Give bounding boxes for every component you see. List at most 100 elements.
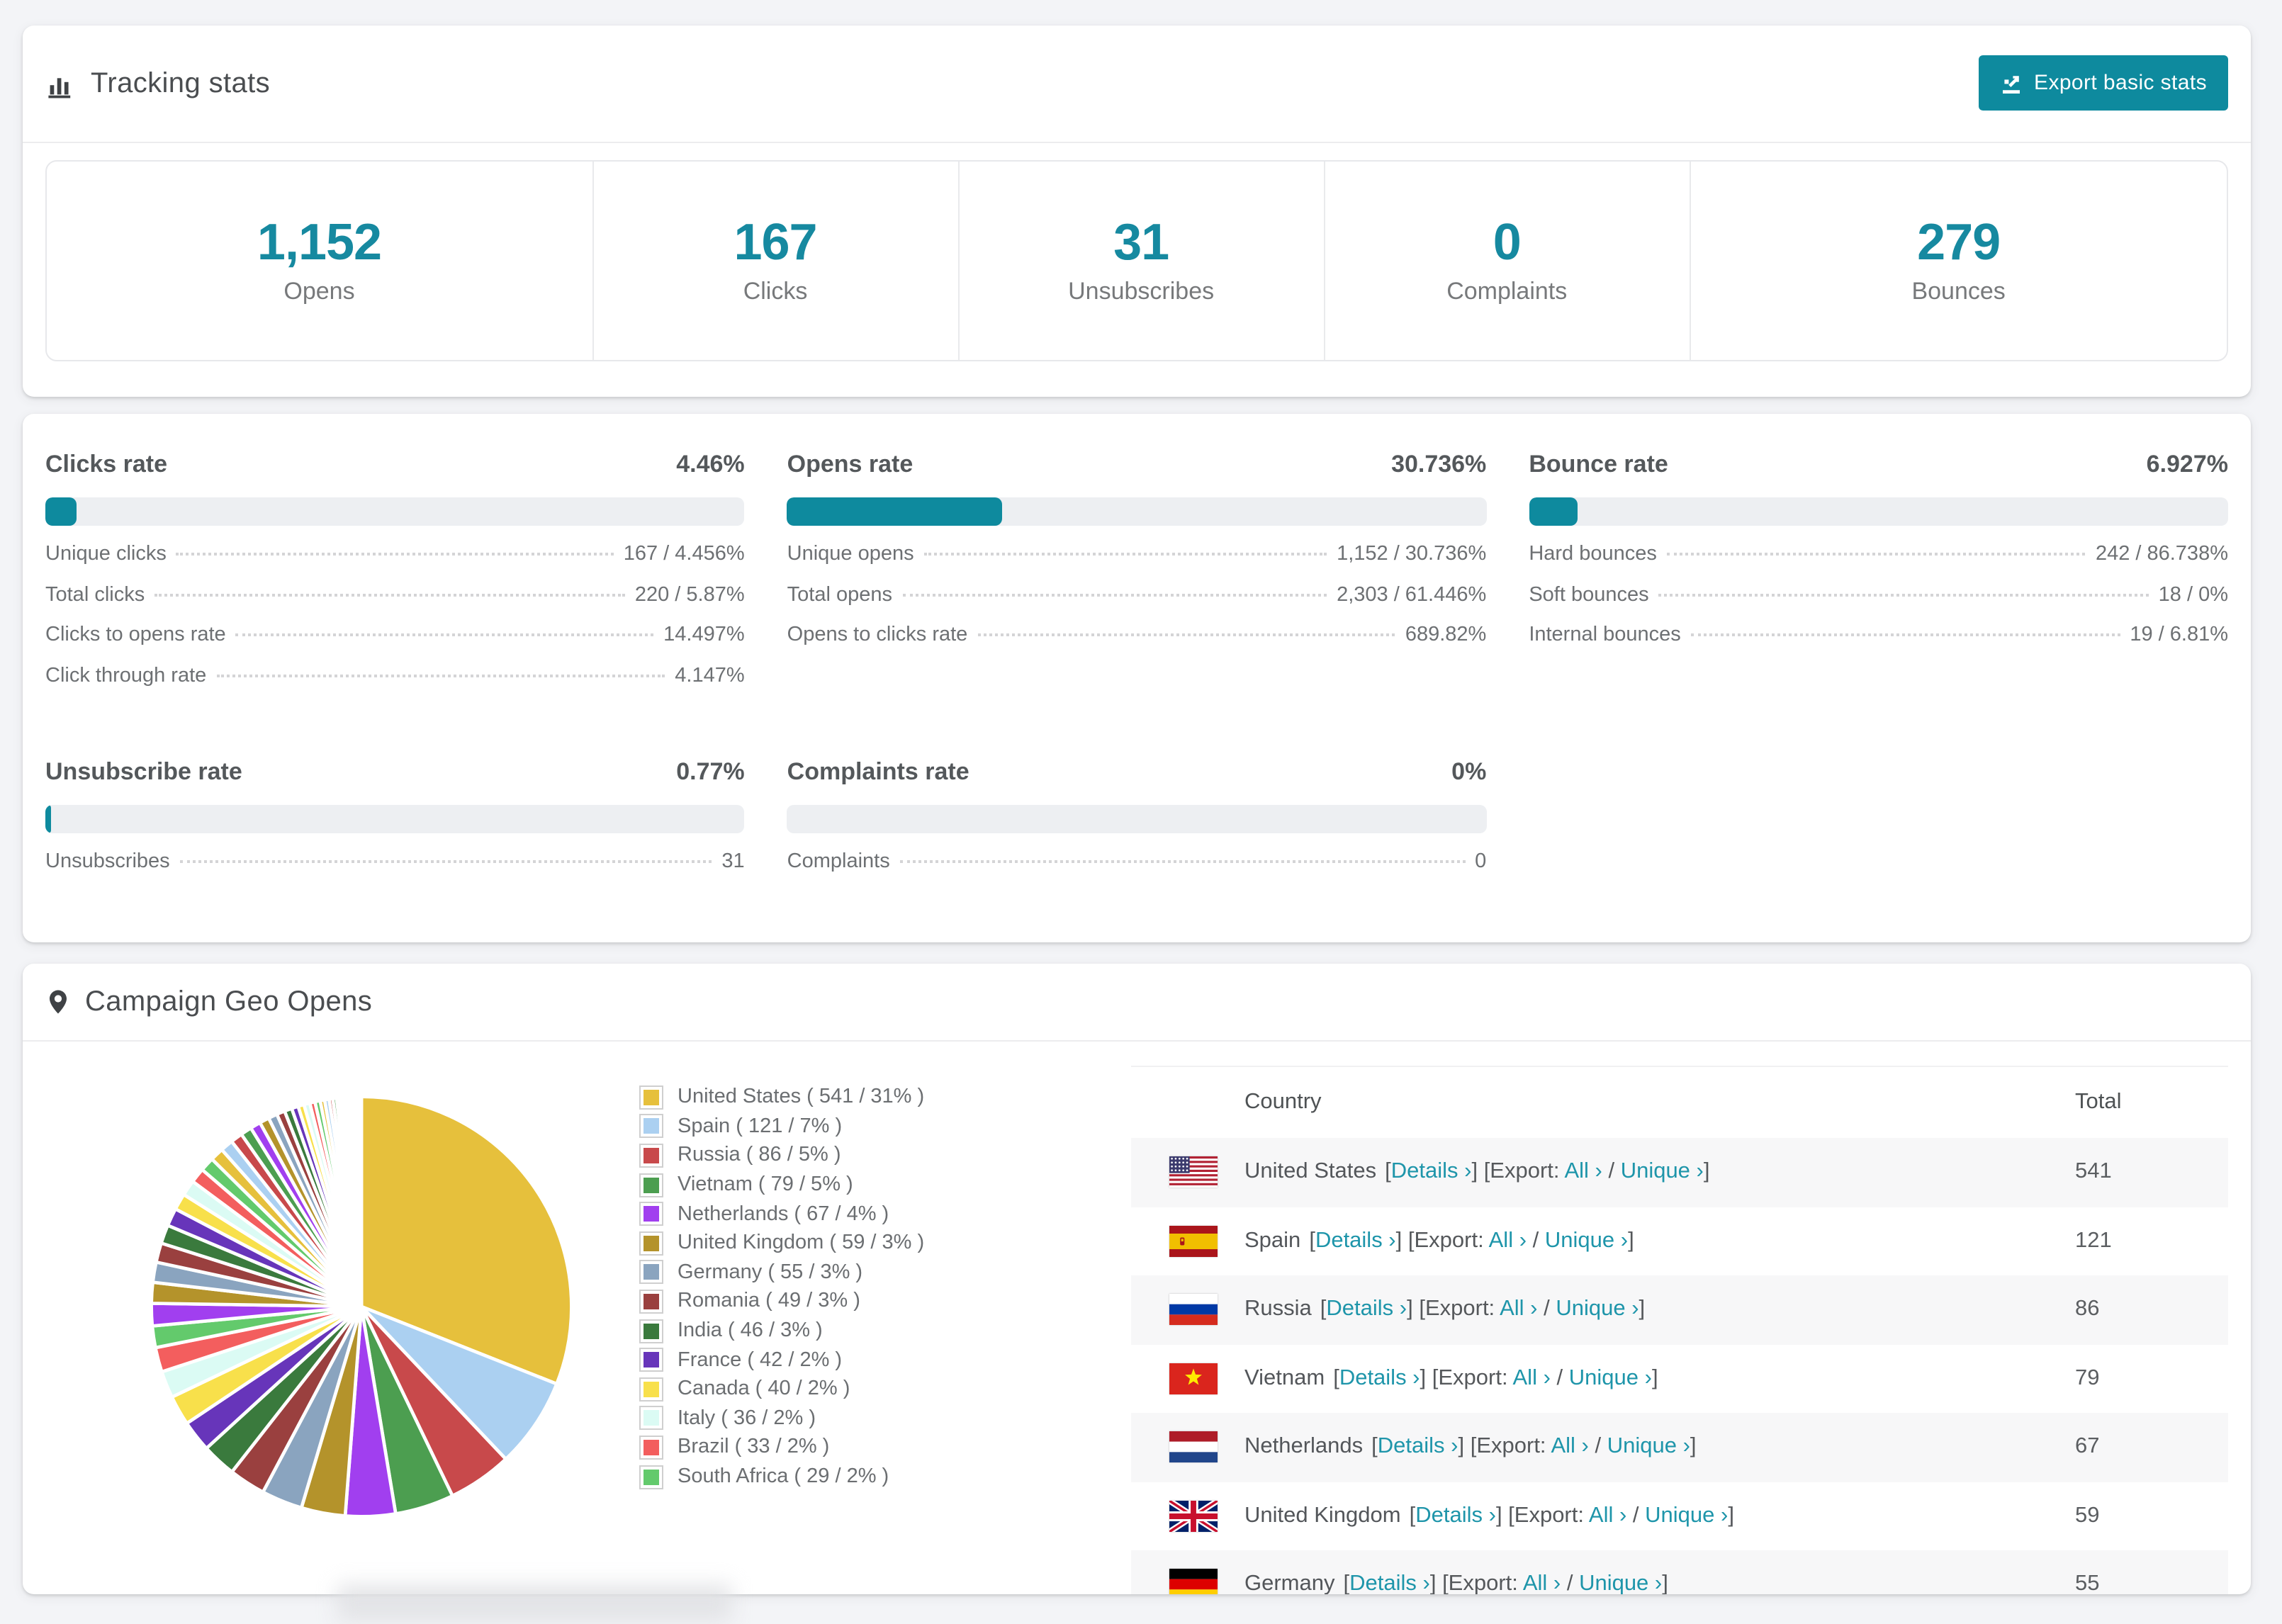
rate-row-label: Total clicks (45, 583, 145, 606)
details-link[interactable]: Details › (1415, 1504, 1496, 1528)
rate-row-label: Opens to clicks rate (787, 624, 968, 646)
export-all-link[interactable]: All › (1551, 1435, 1588, 1459)
slash: / (1602, 1159, 1621, 1184)
rate-value: 6.927% (2146, 451, 2228, 478)
rate-progress-fill (45, 805, 51, 833)
table-row-de: Germany [Details ›] [Export: All › / Uniq… (1131, 1550, 2228, 1594)
legend-item-france[interactable]: France ( 42 / 2% ) (641, 1346, 924, 1375)
export-unique-link[interactable]: Unique › (1556, 1297, 1639, 1321)
country-links: [Details ›] [Export: All › / Unique ›] (1410, 1504, 1734, 1529)
legend-item-canada[interactable]: Canada ( 40 / 2% ) (641, 1375, 924, 1404)
export-all-link[interactable]: All › (1513, 1366, 1551, 1390)
export-all-link[interactable]: All › (1523, 1572, 1561, 1595)
details-link[interactable]: Details › (1315, 1229, 1396, 1253)
rate-rows: Complaints 0 (787, 850, 1487, 891)
legend-swatch (641, 1174, 662, 1196)
rate-value: 0% (1451, 758, 1487, 785)
legend-item-united-states[interactable]: United States ( 541 / 31% ) (641, 1083, 924, 1112)
stat-label: Unsubscribes (1068, 277, 1215, 304)
country-name: Spain (1244, 1228, 1301, 1253)
bracket: ] (1628, 1228, 1634, 1253)
country-total: 541 (2075, 1159, 2112, 1184)
export-unique-link[interactable]: Unique › (1621, 1160, 1704, 1184)
details-link[interactable]: Details › (1326, 1297, 1407, 1321)
export-unique-link[interactable]: Unique › (1579, 1572, 1662, 1595)
export-unique-link[interactable]: Unique › (1607, 1435, 1690, 1459)
table-row-gb: United Kingdom [Details ›] [Export: All ›… (1131, 1482, 2228, 1550)
export-all-link[interactable]: All › (1489, 1229, 1527, 1253)
legend-item-netherlands[interactable]: Netherlands ( 67 / 4% ) (641, 1200, 924, 1229)
export-label: ] [Export: (1407, 1297, 1500, 1321)
rate-row-value: 18 / 0% (2158, 583, 2228, 606)
rate-value: 4.46% (676, 451, 745, 478)
legend-label: Romania ( 49 / 3% ) (678, 1290, 860, 1313)
rate-row-label: Hard bounces (1529, 543, 1657, 565)
rate-row-label: Internal bounces (1529, 624, 1681, 646)
pie-legend: United States ( 541 / 31% ) Spain ( 121 /… (641, 1083, 924, 1492)
flag-ru-icon (1169, 1294, 1218, 1326)
rate-rows: Unsubscribes 31 (45, 850, 745, 891)
stat-box-bounces: 279 Bounces (1689, 162, 2227, 360)
legend-item-italy[interactable]: Italy ( 36 / 2% ) (641, 1404, 924, 1433)
tracking-stats-header: Tracking stats Export basic stats (23, 26, 2251, 143)
export-unique-link[interactable]: Unique › (1569, 1366, 1652, 1390)
stat-value: 31 (1113, 212, 1169, 270)
rate-progress-track (45, 497, 745, 526)
country-name: United States (1244, 1159, 1377, 1184)
stat-value: 0 (1493, 212, 1522, 270)
export-unique-link[interactable]: Unique › (1645, 1504, 1728, 1528)
tracking-stats-title-wrap: Tracking stats (45, 67, 270, 100)
legend-item-germany[interactable]: Germany ( 55 / 3% ) (641, 1258, 924, 1287)
rate-section-complaints-rate: Complaints rate 0% Complaints 0 (787, 758, 1487, 891)
export-all-link[interactable]: All › (1500, 1297, 1537, 1321)
legend-item-russia[interactable]: Russia ( 86 / 5% ) (641, 1141, 924, 1170)
export-all-link[interactable]: All › (1564, 1160, 1602, 1184)
rate-row: Unique clicks 167 / 4.456% (45, 543, 745, 583)
geo-country-table: Country Total United States [Details ›] [… (1131, 1066, 2228, 1594)
slash: / (1588, 1434, 1607, 1459)
leader-dots (899, 860, 1466, 863)
stat-value: 167 (734, 212, 817, 270)
details-link[interactable]: Details › (1391, 1160, 1472, 1184)
bracket: ] (1703, 1159, 1710, 1184)
bar-chart-icon (45, 68, 77, 99)
rate-section-header: Bounce rate 6.927% (1529, 451, 2228, 479)
legend-swatch (641, 1203, 662, 1225)
stat-value: 1,152 (257, 212, 382, 270)
rate-row-label: Unique clicks (45, 543, 167, 565)
legend-item-romania[interactable]: Romania ( 49 / 3% ) (641, 1287, 924, 1316)
details-link[interactable]: Details › (1339, 1366, 1420, 1390)
rate-title: Clicks rate (45, 451, 167, 478)
legend-label: United Kingdom ( 59 / 3% ) (678, 1231, 925, 1255)
legend-item-vietnam[interactable]: Vietnam ( 79 / 5% ) (641, 1171, 924, 1200)
export-all-link[interactable]: All › (1589, 1504, 1626, 1528)
export-unique-link[interactable]: Unique › (1545, 1229, 1628, 1253)
stat-label: Opens (283, 277, 355, 304)
details-link[interactable]: Details › (1349, 1572, 1430, 1595)
legend-item-united-kingdom[interactable]: United Kingdom ( 59 / 3% ) (641, 1229, 924, 1258)
legend-item-spain[interactable]: Spain ( 121 / 7% ) (641, 1112, 924, 1141)
legend-item-india[interactable]: India ( 46 / 3% ) (641, 1316, 924, 1346)
bracket: [ (1320, 1297, 1327, 1321)
leader-dots (1690, 633, 2120, 636)
export-label: ] [Export: (1429, 1572, 1523, 1595)
rate-row-value: 689.82% (1405, 624, 1487, 646)
rate-rows: Hard bounces 242 / 86.738% Soft bounces 18 … (1529, 543, 2228, 664)
leader-dots (902, 593, 1327, 596)
details-link[interactable]: Details › (1378, 1435, 1458, 1459)
rate-row-value: 242 / 86.738% (2095, 543, 2228, 565)
legend-item-brazil[interactable]: Brazil ( 33 / 2% ) (641, 1433, 924, 1462)
stat-box-unsubscribes: 31 Unsubscribes (957, 162, 1323, 360)
export-basic-stats-button[interactable]: Export basic stats (1979, 55, 2228, 111)
scroll-smudge (337, 1584, 731, 1621)
bracket: ] (1728, 1503, 1734, 1528)
legend-item-south-africa[interactable]: South Africa ( 29 / 2% ) (641, 1462, 924, 1491)
country-links: [Details ›] [Export: All › / Unique ›] (1333, 1366, 1658, 1392)
rates-card: Clicks rate 4.46% Unique clicks 167 / 4.456… (23, 414, 2251, 942)
column-header-country: Country (1244, 1090, 1322, 1114)
stat-label: Complaints (1446, 277, 1568, 304)
legend-swatch (641, 1290, 662, 1312)
bracket: ] (1651, 1365, 1658, 1390)
flag-us-icon (1169, 1156, 1218, 1188)
country-links: [Details ›] [Export: All › / Unique ›] (1371, 1435, 1696, 1460)
